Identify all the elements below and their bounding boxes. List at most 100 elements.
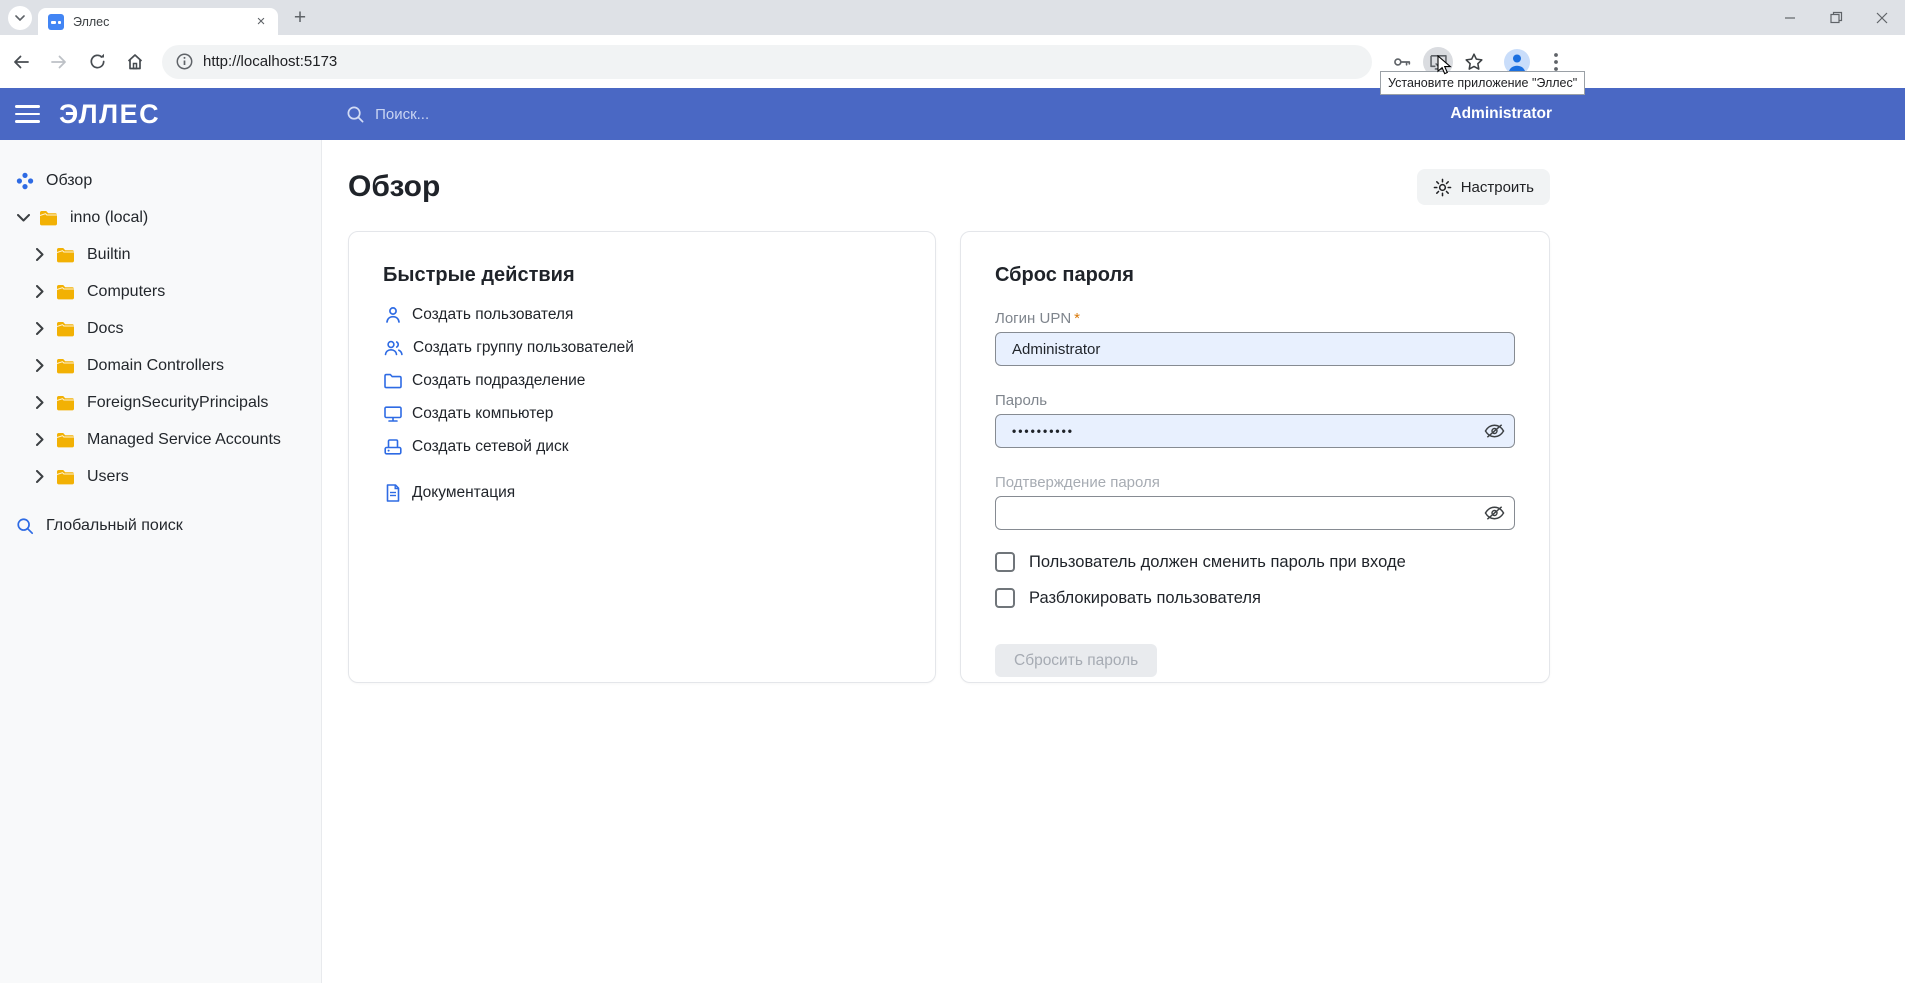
- user-group-icon: [383, 338, 404, 358]
- unlock-user-checkbox[interactable]: [995, 588, 1015, 608]
- action-documentation[interactable]: Документация: [383, 476, 901, 509]
- header-search[interactable]: Поиск...: [346, 105, 429, 124]
- network-drive-icon: [383, 437, 403, 457]
- mouse-cursor: [1437, 55, 1454, 77]
- required-asterisk: *: [1074, 310, 1080, 327]
- tree-item-users[interactable]: Users: [0, 458, 321, 495]
- unlock-user-row: Разблокировать пользователя: [995, 588, 1515, 608]
- toggle-password-visibility-button[interactable]: [1483, 421, 1505, 441]
- quick-actions-card: Быстрые действия Создать пользователя Со…: [348, 231, 936, 683]
- current-user[interactable]: Administrator: [1450, 105, 1552, 123]
- folder-icon: [56, 432, 75, 448]
- login-upn-input[interactable]: [995, 332, 1515, 366]
- kebab-menu-icon: [1554, 53, 1558, 71]
- action-label: Создать компьютер: [412, 405, 553, 423]
- action-create-user-group[interactable]: Создать группу пользователей: [383, 331, 901, 364]
- folder-icon: [56, 284, 75, 300]
- document-icon: [383, 483, 403, 503]
- configure-button[interactable]: Настроить: [1417, 169, 1550, 205]
- search-icon: [346, 105, 365, 124]
- forward-button[interactable]: [42, 45, 76, 79]
- tree-item-docs[interactable]: Docs: [0, 310, 321, 347]
- toggle-confirm-visibility-button[interactable]: [1483, 503, 1505, 523]
- chevron-right-icon[interactable]: [33, 470, 47, 483]
- sidebar-item-global-search[interactable]: Глобальный поиск: [0, 507, 321, 544]
- folder-icon: [56, 358, 75, 374]
- tree-item-builtin[interactable]: Builtin: [0, 236, 321, 273]
- chevron-right-icon[interactable]: [33, 285, 47, 298]
- chevron-right-icon[interactable]: [33, 396, 47, 409]
- action-create-network-drive[interactable]: Создать сетевой диск: [383, 430, 901, 463]
- must-change-password-row: Пользователь должен сменить пароль при в…: [995, 552, 1515, 572]
- browser-tab[interactable]: Эллес ×: [38, 8, 278, 35]
- close-window-button[interactable]: [1859, 0, 1905, 35]
- chevron-right-icon[interactable]: [33, 248, 47, 261]
- page-body: Обзор inno (local) Builtin Computers: [0, 140, 1905, 983]
- tree-item-label: ForeignSecurityPrincipals: [87, 394, 268, 412]
- tree-root-inno[interactable]: inno (local): [0, 199, 321, 236]
- chevron-down-icon[interactable]: [16, 214, 30, 222]
- app-favicon: [48, 14, 64, 30]
- close-icon: [1876, 12, 1888, 24]
- minimize-button[interactable]: [1767, 0, 1813, 35]
- tab-title: Эллес: [73, 15, 252, 29]
- tree-item-foreign-security-principals[interactable]: ForeignSecurityPrincipals: [0, 384, 321, 421]
- chevron-right-icon[interactable]: [33, 433, 47, 446]
- tab-strip: Эллес × +: [0, 0, 1905, 35]
- password-input[interactable]: [995, 414, 1515, 448]
- action-create-user[interactable]: Создать пользователя: [383, 298, 901, 331]
- folder-icon: [56, 469, 75, 485]
- tab-close-button[interactable]: ×: [252, 13, 270, 31]
- reset-password-button[interactable]: Сбросить пароль: [995, 644, 1157, 677]
- folder-icon: [56, 247, 75, 263]
- url-text: http://localhost:5173: [203, 53, 337, 70]
- chevron-right-icon[interactable]: [33, 322, 47, 335]
- tree-item-domain-controllers[interactable]: Domain Controllers: [0, 347, 321, 384]
- tree-item-managed-service-accounts[interactable]: Managed Service Accounts: [0, 421, 321, 458]
- reload-button[interactable]: [80, 45, 114, 79]
- reset-password-title: Сброс пароля: [995, 262, 1515, 288]
- must-change-password-checkbox[interactable]: [995, 552, 1015, 572]
- action-label: Создать подразделение: [412, 372, 585, 390]
- global-search-icon: [16, 517, 34, 535]
- folder-icon: [56, 395, 75, 411]
- folder-icon: [39, 210, 58, 226]
- action-label: Создать пользователя: [412, 306, 573, 324]
- app-header: ЭЛЛЕС Поиск... Administrator: [0, 88, 1905, 140]
- gear-icon: [1433, 178, 1452, 197]
- window-controls: [1767, 0, 1905, 35]
- tree-item-label: Domain Controllers: [87, 357, 224, 375]
- star-icon: [1463, 51, 1485, 73]
- tab-search-button[interactable]: [8, 6, 32, 30]
- chevron-right-icon[interactable]: [33, 359, 47, 372]
- login-upn-label: Логин UPN*: [995, 310, 1515, 328]
- reload-icon: [88, 52, 107, 71]
- sidebar-item-label: Обзор: [46, 172, 92, 190]
- home-button[interactable]: [118, 45, 152, 79]
- main-content: Обзор Настроить Быстрые действия Создат: [322, 140, 1905, 983]
- quick-actions-title: Быстрые действия: [383, 262, 901, 288]
- tree-root-label: inno (local): [70, 209, 148, 227]
- menu-toggle-button[interactable]: [15, 104, 41, 124]
- browser-window: Эллес × +: [0, 0, 1905, 983]
- back-icon: [11, 52, 31, 72]
- key-icon: [1391, 51, 1413, 73]
- action-label: Создать группу пользователей: [413, 339, 634, 357]
- reset-password-card: Сброс пароля Логин UPN* Пароль: [960, 231, 1550, 683]
- configure-button-label: Настроить: [1461, 179, 1534, 196]
- eye-off-icon: [1484, 423, 1505, 439]
- action-create-org-unit[interactable]: Создать подразделение: [383, 364, 901, 397]
- folder-outline-icon: [383, 371, 403, 391]
- checkbox-label: Разблокировать пользователя: [1029, 589, 1261, 608]
- tree-item-computers[interactable]: Computers: [0, 273, 321, 310]
- action-create-computer[interactable]: Создать компьютер: [383, 397, 901, 430]
- maximize-button[interactable]: [1813, 0, 1859, 35]
- new-tab-button[interactable]: +: [286, 4, 314, 32]
- confirm-password-input[interactable]: [995, 496, 1515, 530]
- forward-icon: [49, 52, 69, 72]
- browser-toolbar: http://localhost:5173: [0, 35, 1905, 88]
- address-bar[interactable]: http://localhost:5173: [162, 45, 1372, 79]
- back-button[interactable]: [4, 45, 38, 79]
- sidebar-item-overview[interactable]: Обзор: [0, 162, 321, 199]
- action-label: Документация: [412, 484, 515, 502]
